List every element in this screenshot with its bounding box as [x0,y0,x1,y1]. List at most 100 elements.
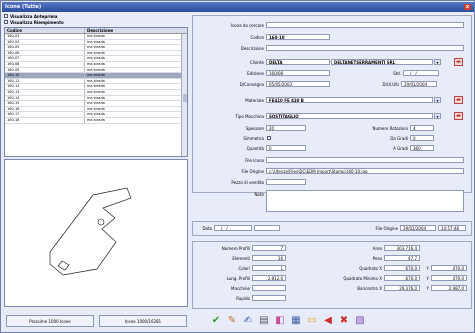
cell-codice: 160-14 [5,95,85,101]
window-title: Icone (Tutte) [5,4,42,10]
field-macchine[interactable] [252,285,286,291]
field-codice[interactable]: 160-10 [266,34,330,40]
checkbox-simmetria[interactable] [267,136,271,140]
cell-descrizione: ma strada [87,50,105,55]
icons-table: Codice Descrizione 160-03 ma strada 160-04… [4,27,188,157]
cell-descrizione: ma strada [87,34,105,38]
cell-codice: 160-12 [5,84,85,89]
column-header-codice[interactable]: Codice [5,28,85,33]
field-da-gradi[interactable]: 0 [410,135,434,141]
export-icon[interactable]: ▧ [353,313,367,328]
field-materiale[interactable]: FE410 FE 430 B [266,97,433,103]
table-row[interactable]: 160-18 ma strada [5,117,187,124]
field-colori[interactable]: 1 [252,265,286,271]
close-button[interactable]: x [464,4,471,10]
field-spessore[interactable]: 20 [266,125,306,131]
materiale-clear-icon[interactable]: ▬ [454,96,463,104]
cell-codice: 160-10 [5,73,85,78]
label-icona-da-cercare: Icona da cercare [230,23,264,28]
field-file-origine-date[interactable]: 29/01/2004 [400,225,436,231]
field-std[interactable]: __/__/____ [403,70,439,76]
toggle-riempimento-label: Visualizza Riempimento [10,19,64,25]
materiale-dropdown-icon[interactable]: ▾ [434,97,441,103]
field-tipo-macchina[interactable]: SOSTITAGLIO [266,113,433,119]
field-pezzo-di-vendita[interactable] [266,179,306,185]
cell-codice: 160-08 [5,61,85,67]
label-tipo-macchina: Tipo Macchina [235,114,264,119]
field-a-gradi[interactable]: 360 [410,145,434,151]
field-data-time[interactable] [254,225,280,231]
label-lung-profili: Lung. Profili [226,276,250,281]
print-icon[interactable]: ▤ [257,313,271,328]
preview-shape [49,187,132,276]
delete-icon[interactable]: ✖ [337,313,351,328]
field-numero-profili[interactable]: 7 [252,245,286,251]
title-bar: Icone (Tutte) x [2,2,474,12]
field-d-consegna[interactable]: 05/05/2003 [266,81,330,87]
checkbox-riempimento[interactable] [4,20,8,24]
field-note[interactable] [266,190,464,212]
field-file-origine[interactable]: c:\Utenze\Files\DC\EDM Import\Stamp\160-… [266,168,464,174]
label-colori: Colori [238,266,250,271]
field-numero-rotazioni[interactable]: 4 [410,125,434,131]
field-quantita[interactable]: 0 [266,145,306,151]
cell-codice: 160-18 [5,117,85,123]
field-rapido[interactable] [252,295,286,301]
tipo-macchina-dropdown-icon[interactable]: ▾ [434,113,441,119]
field-data[interactable]: __/__/____ [214,225,252,231]
cell-descrizione: ma strada [87,117,105,122]
edit-icon[interactable]: ✍ [241,313,255,328]
field-quadrato-x[interactable]: 670,0 [384,265,420,271]
field-quadrato-y[interactable]: 470,0 [431,265,467,271]
label-elementi: Elementi [232,256,250,261]
field-file-origine-time[interactable]: 14:57:48 [438,225,466,231]
left-panel: Visualizza Anteprima Visualizza Riempime… [4,13,188,25]
details-box [192,15,472,193]
field-area[interactable]: 303.716,4 [384,245,420,251]
field-lung-profili[interactable]: 2.812,0 [252,275,286,281]
label-quadrato-x: Quadrato X [359,266,382,271]
cell-descrizione: ma strada [87,101,105,106]
tools-icon[interactable]: ✎ [225,313,239,328]
field-quadrato-minimo-y[interactable]: 470,0 [431,275,467,281]
check-icon[interactable]: ✔ [209,313,223,328]
field-elementi[interactable]: 16 [252,255,286,261]
label-spessore: Spessore [245,126,264,131]
field-edizione[interactable]: 160/08 [266,70,330,76]
cell-descrizione: ma strada [87,73,105,78]
tipo-macchina-clear-icon[interactable]: ▬ [454,112,463,120]
column-header-descrizione[interactable]: Descrizione [85,28,181,33]
field-d-ul-ulti[interactable]: 29/01/2004 [401,81,437,87]
toggle-anteprima-label: Visualizza Anteprima [10,13,58,19]
label-std: Std. [393,71,401,76]
field-quadrato-minimo-x[interactable]: 670,0 [384,275,420,281]
cliente-clear-icon[interactable]: ▬ [454,58,463,66]
label-quadrato-y: Y [426,266,429,271]
label-peso: Peso [372,256,382,261]
label-quantita: Quantità [246,146,264,151]
field-cliente-name[interactable]: DELTANETSERRAMENTI SRL [331,59,433,65]
cell-codice: 160-04 [5,39,85,45]
grid-icon[interactable]: ▦ [289,313,303,328]
layers-icon[interactable]: ◧ [273,313,287,328]
back-icon[interactable]: ◀ [321,313,335,328]
icone-count-button[interactable]: Icone 1000/16281 [99,315,187,327]
field-baricentro-y[interactable]: 2.987,0 [431,285,467,291]
field-icona-da-cercare[interactable] [266,22,464,28]
field-cliente-code[interactable]: DELTA [266,59,330,65]
field-file-icona[interactable] [266,157,464,163]
field-descrizione[interactable] [266,45,464,51]
folder-icon[interactable]: ▭ [305,313,319,328]
field-baricentro-x[interactable]: 29.376,0 [384,285,420,291]
field-peso[interactable]: 47,7 [384,255,420,261]
cliente-dropdown-icon[interactable]: ▾ [434,59,441,65]
vertical-scrollbar[interactable] [181,34,187,156]
label-a-gradi: A Gradi [393,146,408,151]
label-cliente: Cliente [249,60,264,65]
label-codice: Codice [250,35,264,40]
scroll-thumb[interactable] [183,94,187,102]
toggle-riempimento[interactable]: Visualizza Riempimento [4,19,188,25]
cell-descrizione: ma strada [87,67,105,72]
prossime-button[interactable]: Prossime 1000 Icone [6,315,94,327]
checkbox-anteprima[interactable] [4,14,8,18]
